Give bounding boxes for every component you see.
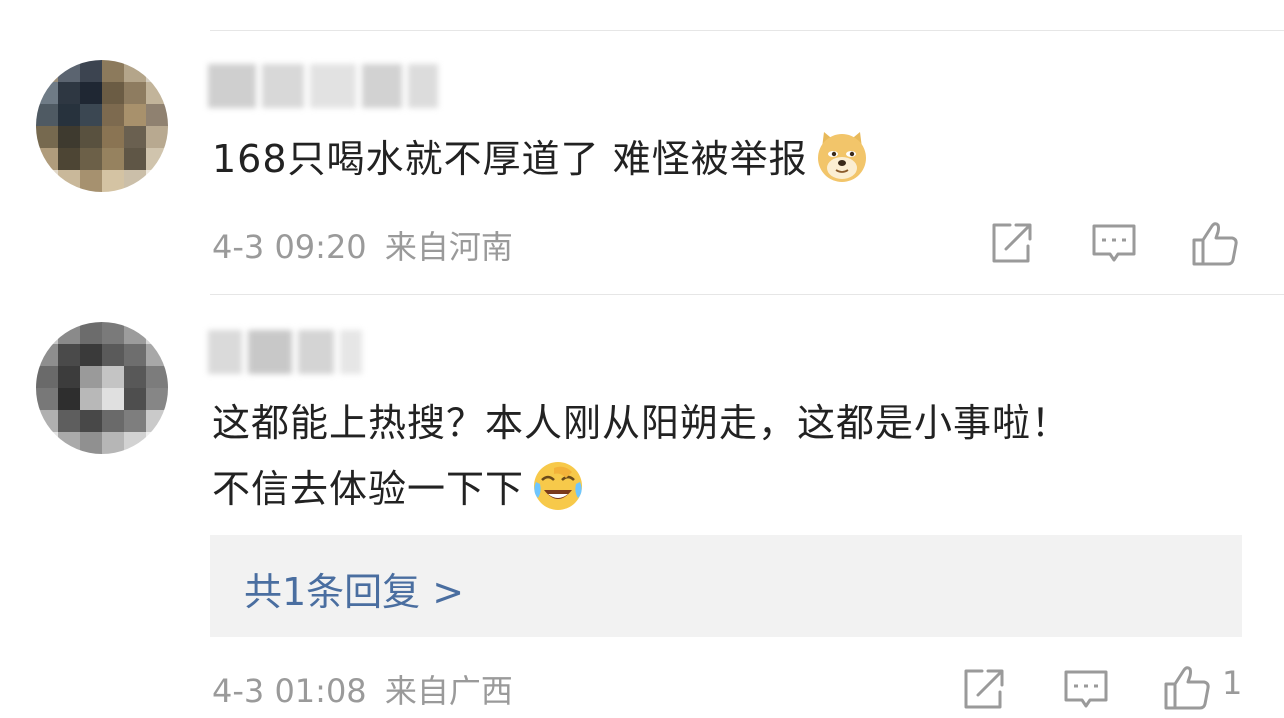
username-blurred[interactable] — [208, 330, 362, 374]
timestamp: 4-3 01:08 — [212, 672, 367, 710]
reply-link[interactable]: 共1条回复 > — [244, 561, 464, 616]
comment-meta: 4-3 09:20 来自河南 — [212, 222, 513, 268]
comment-divider — [210, 294, 1284, 295]
share-icon[interactable] — [956, 662, 1012, 718]
comment-icon[interactable] — [1058, 662, 1114, 718]
comment-icon[interactable] — [1086, 216, 1142, 272]
top-divider — [210, 30, 1284, 31]
share-icon[interactable] — [984, 216, 1040, 272]
reply-link-box[interactable]: 共1条回复 > — [210, 535, 1242, 637]
comment-text: 168只喝水就不厚道了 难怪被举报 — [212, 126, 870, 192]
comment-text: 这都能上热搜？本人刚从阳朔走，这都是小事啦！ 不信去体验一下下 — [212, 390, 1070, 522]
comment-meta: 4-3 01:08 来自广西 — [212, 666, 513, 712]
like-icon[interactable] — [1188, 216, 1244, 272]
username-blurred[interactable] — [208, 64, 438, 108]
like-icon[interactable] — [1160, 660, 1216, 716]
avatar[interactable] — [36, 322, 168, 454]
comment-text-line: 不信去体验一下下 — [212, 467, 525, 511]
comment-text-line: 168只喝水就不厚道了 难怪被举报 — [212, 137, 808, 181]
doge-emoji-icon — [814, 128, 870, 184]
avatar[interactable] — [36, 60, 168, 192]
timestamp: 4-3 09:20 — [212, 228, 367, 266]
laugh-cry-emoji-icon — [530, 458, 586, 514]
location: 来自河南 — [384, 228, 513, 266]
comment-text-line: 这都能上热搜？本人刚从阳朔走，这都是小事啦！ — [212, 401, 1071, 445]
like-count: 1 — [1222, 664, 1243, 702]
location: 来自广西 — [384, 672, 513, 710]
